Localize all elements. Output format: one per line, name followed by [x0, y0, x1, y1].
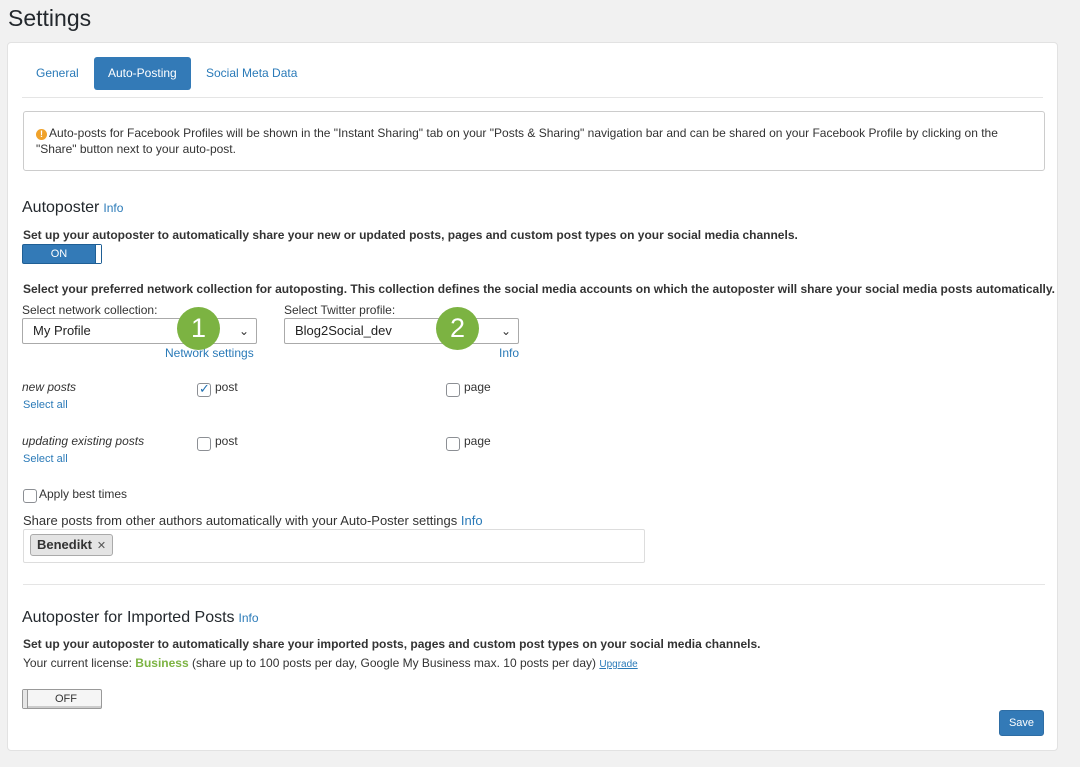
best-times-checkbox[interactable] — [23, 489, 37, 503]
settings-panel: General Auto-Posting Social Meta Data ! A… — [7, 42, 1058, 751]
network-collection-label: Select network collection: — [22, 303, 158, 317]
imported-description: Set up your autoposter to automatically … — [23, 637, 761, 651]
twitter-profile-value: Blog2Social_dev — [295, 323, 392, 338]
tab-general[interactable]: General — [22, 57, 93, 90]
network-collection-value: My Profile — [33, 323, 91, 338]
update-page-checkbox[interactable] — [446, 437, 460, 451]
notice-text: Auto-posts for Facebook Profiles will be… — [36, 126, 998, 156]
imported-toggle[interactable]: OFF — [22, 689, 102, 709]
license-row: Your current license: Business (share up… — [23, 656, 638, 670]
imported-info-link[interactable]: Info — [239, 611, 259, 625]
section-divider — [23, 584, 1045, 585]
check-icon: ✓ — [199, 381, 210, 396]
autoposter-heading-row: Autoposter Info — [22, 199, 123, 217]
info-notice: ! Auto-posts for Facebook Profiles will b… — [23, 111, 1045, 171]
update-post-checkbox[interactable] — [197, 437, 211, 451]
new-post-checkbox[interactable]: ✓ — [197, 381, 211, 397]
updating-posts-select-all[interactable]: Select all — [23, 453, 68, 465]
imported-heading: Autoposter for Imported Posts — [22, 609, 235, 626]
authors-multiselect[interactable]: Benedikt ✕ — [23, 529, 645, 563]
tab-social-meta-data[interactable]: Social Meta Data — [192, 57, 311, 90]
update-post-label: post — [215, 434, 238, 448]
autoposter-toggle-label: ON — [50, 248, 68, 260]
save-button[interactable]: Save — [999, 710, 1044, 736]
imported-toggle-label: OFF — [55, 693, 77, 705]
tab-bar: General Auto-Posting Social Meta Data — [8, 43, 1057, 98]
new-page-label: page — [464, 380, 491, 394]
toggle-knob — [23, 690, 28, 708]
twitter-profile-label: Select Twitter profile: — [284, 303, 396, 317]
chevron-down-icon: ⌄ — [500, 324, 511, 338]
remove-tag-icon[interactable]: ✕ — [97, 540, 106, 552]
new-posts-label: new posts — [22, 380, 77, 394]
share-authors-row: Share posts from other authors automatic… — [23, 513, 483, 528]
new-posts-select-all[interactable]: Select all — [23, 399, 68, 411]
autoposter-heading: Autoposter — [22, 199, 100, 216]
autoposter-description: Set up your autoposter to automatically … — [23, 228, 798, 242]
updating-posts-label: updating existing posts — [22, 434, 145, 448]
best-times-label: Apply best times — [39, 487, 128, 501]
share-authors-label: Share posts from other authors automatic… — [23, 513, 458, 528]
autoposter-info-link[interactable]: Info — [103, 201, 123, 215]
tabs-divider — [22, 97, 1043, 98]
twitter-profile-select[interactable]: Blog2Social_dev ⌄ — [284, 318, 519, 344]
author-tag-label: Benedikt — [37, 537, 92, 552]
callout-badge-2: 2 — [436, 307, 479, 350]
toggle-knob — [95, 245, 101, 263]
network-collection-select[interactable]: My Profile ⌄ — [22, 318, 257, 344]
autoposter-toggle[interactable]: ON — [22, 244, 102, 264]
exclamation-circle-icon: ! — [36, 129, 47, 140]
author-tag: Benedikt ✕ — [30, 534, 114, 556]
imported-heading-row: Autoposter for Imported Posts Info — [22, 609, 259, 627]
new-page-checkbox[interactable] — [446, 383, 460, 397]
new-post-label: post — [215, 380, 238, 394]
upgrade-link[interactable]: Upgrade — [599, 659, 637, 670]
license-name: Business — [135, 656, 189, 670]
chevron-down-icon: ⌄ — [238, 324, 249, 338]
license-suffix: (share up to 100 posts per day, Google M… — [192, 656, 596, 670]
twitter-info-link[interactable]: Info — [499, 346, 519, 360]
collection-description: Select your preferred network collection… — [23, 282, 1056, 296]
page-title: Settings — [8, 5, 92, 31]
license-prefix: Your current license: — [23, 656, 132, 670]
callout-badge-1: 1 — [177, 307, 220, 350]
tab-auto-posting[interactable]: Auto-Posting — [94, 57, 191, 90]
update-page-label: page — [464, 434, 491, 448]
share-authors-info-link[interactable]: Info — [461, 513, 483, 528]
network-settings-link[interactable]: Network settings — [165, 346, 254, 360]
